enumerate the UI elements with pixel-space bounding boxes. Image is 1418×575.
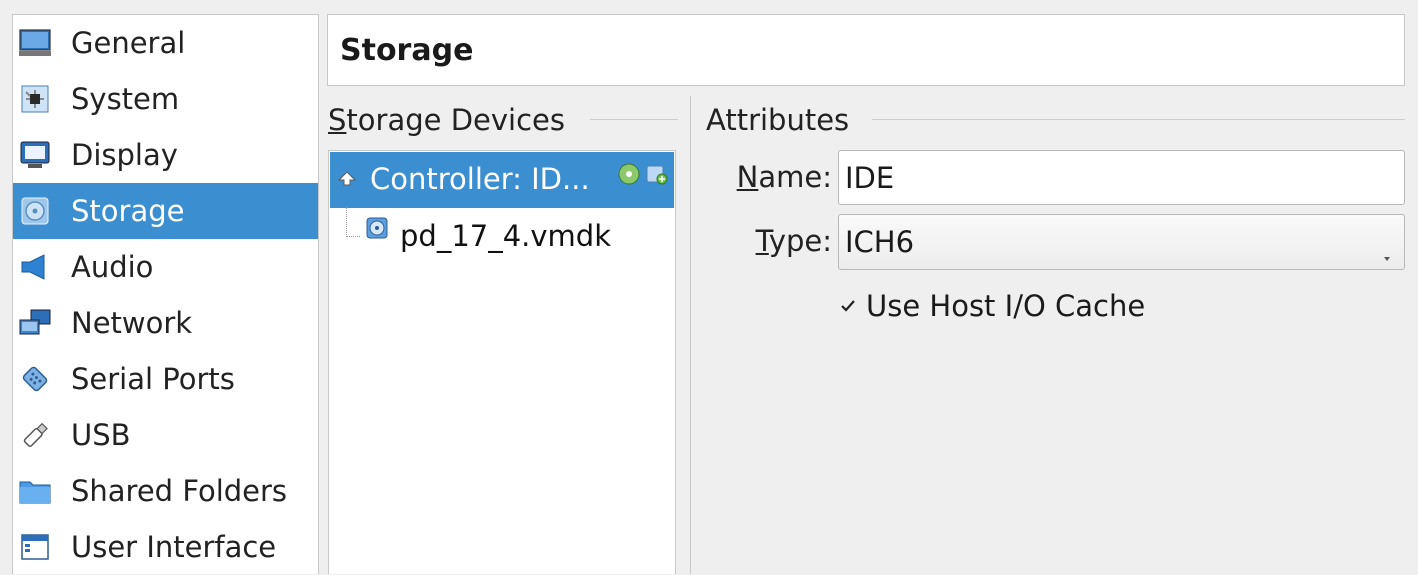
- type-select-value: ICH6: [845, 225, 915, 259]
- sidebar-item-label: Audio: [71, 250, 154, 284]
- sidebar-item-general[interactable]: General: [13, 15, 318, 71]
- controller-label: Controller: ID...: [370, 162, 590, 196]
- pane-separator: [690, 96, 691, 574]
- sidebar-item-label: Display: [71, 138, 178, 172]
- sidebar-item-serial-ports[interactable]: Serial Ports: [13, 351, 318, 407]
- disk-label: pd_17_4.vmdk: [400, 219, 612, 253]
- sidebar-item-label: User Interface: [71, 530, 277, 564]
- sidebar-item-display[interactable]: Display: [13, 127, 318, 183]
- usb-icon: [19, 420, 51, 450]
- use-host-io-cache-label: Use Host I/O Cache: [866, 289, 1146, 323]
- attributes-header: Attributes: [706, 100, 849, 140]
- user-interface-icon: [19, 532, 51, 562]
- sidebar-item-usb[interactable]: USB: [13, 407, 318, 463]
- name-label-text: ame:: [758, 160, 832, 194]
- sidebar-item-label: Network: [71, 306, 193, 340]
- sidebar-item-label: Serial Ports: [71, 362, 235, 396]
- sidebar-item-label: General: [71, 26, 186, 60]
- page-title-box: Storage: [327, 14, 1405, 86]
- tree-connector: [346, 207, 360, 237]
- sidebar-item-label: Shared Folders: [71, 474, 288, 508]
- type-label: Type:: [720, 224, 832, 258]
- group-divider: [872, 119, 1405, 120]
- type-label-mnemonic: T: [755, 224, 769, 258]
- storage-devices-header-text: torage Devices: [346, 103, 565, 137]
- type-select[interactable]: ICH6: [838, 214, 1405, 270]
- sidebar-item-storage[interactable]: Storage: [13, 183, 318, 239]
- name-label-mnemonic: N: [736, 160, 759, 194]
- page-title: Storage: [340, 32, 474, 68]
- settings-category-list[interactable]: General System Display Storage Audio Net…: [12, 14, 319, 574]
- use-host-io-cache-checkbox[interactable]: Use Host I/O Cache: [838, 284, 1145, 328]
- general-icon: [19, 28, 51, 58]
- tree-item-controller[interactable]: Controller: ID...: [330, 152, 674, 208]
- system-icon: [19, 84, 51, 114]
- tree-item-disk[interactable]: pd_17_4.vmdk: [330, 207, 674, 265]
- name-field[interactable]: IDE: [838, 150, 1405, 205]
- dropdown-arrow-icon: [1382, 235, 1392, 269]
- type-label-text: ype:: [768, 224, 832, 258]
- sidebar-item-system[interactable]: System: [13, 71, 318, 127]
- storage-devices-header-mnemonic: S: [328, 103, 347, 137]
- display-icon: [19, 140, 51, 170]
- sidebar-item-user-interface[interactable]: User Interface: [13, 519, 318, 575]
- name-label: Name:: [720, 160, 832, 194]
- storage-devices-header: Storage Devices: [328, 100, 565, 140]
- sidebar-item-network[interactable]: Network: [13, 295, 318, 351]
- name-field-value: IDE: [845, 160, 895, 195]
- checkbox-checked-icon[interactable]: [838, 296, 858, 316]
- sidebar-item-shared-folders[interactable]: Shared Folders: [13, 463, 318, 519]
- attributes-header-text: Attributes: [706, 103, 850, 137]
- storage-icon: [19, 196, 51, 226]
- hard-disk-icon: [366, 212, 388, 246]
- collapse-arrow-icon[interactable]: [337, 160, 357, 194]
- shared-folders-icon: [19, 476, 51, 506]
- add-hard-disk-icon[interactable]: [646, 158, 668, 192]
- network-icon: [19, 308, 51, 338]
- audio-icon: [19, 252, 51, 282]
- storage-tree[interactable]: Controller: ID... pd_17_4.vmdk: [328, 150, 676, 574]
- sidebar-item-label: USB: [71, 418, 131, 452]
- group-divider: [590, 119, 678, 120]
- add-optical-drive-icon[interactable]: [618, 158, 640, 192]
- sidebar-item-label: Storage: [71, 194, 185, 228]
- sidebar-item-label: System: [71, 82, 180, 116]
- serial-ports-icon: [19, 364, 51, 394]
- sidebar-item-audio[interactable]: Audio: [13, 239, 318, 295]
